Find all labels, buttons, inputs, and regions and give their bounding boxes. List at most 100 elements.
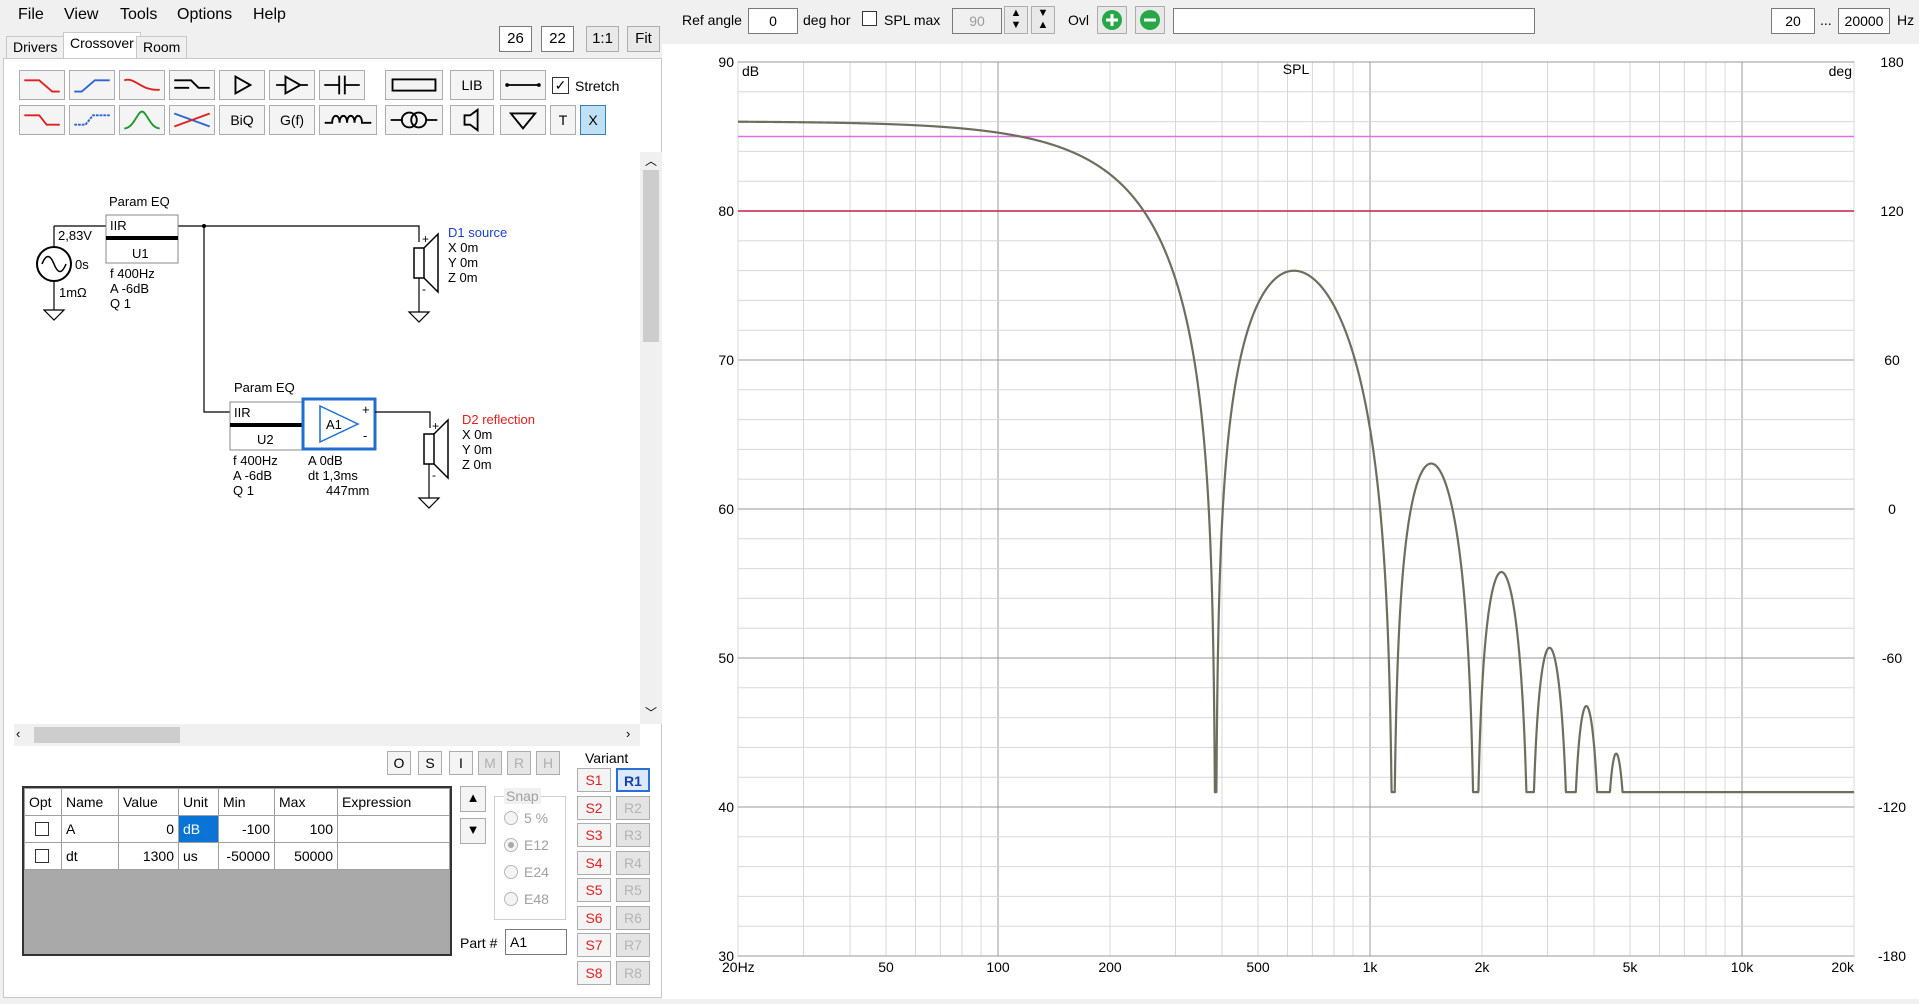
- table-row[interactable]: A 0 dB -100 100: [24, 815, 450, 843]
- menu-view[interactable]: View: [64, 6, 98, 24]
- param-max[interactable]: 100: [274, 815, 338, 843]
- delete-tool[interactable]: X: [580, 105, 606, 135]
- spl-spin-fit-icon[interactable]: ▼ ▲: [1031, 6, 1055, 34]
- variant-r6-button[interactable]: R6: [616, 906, 650, 930]
- crossover-pair-tool[interactable]: [169, 105, 215, 135]
- variant-s5-button[interactable]: S5: [577, 878, 611, 902]
- param-value[interactable]: 0: [118, 815, 179, 843]
- scroll-thumb[interactable]: [643, 170, 659, 342]
- spl-max-input[interactable]: 90: [952, 8, 1002, 34]
- tab-drivers[interactable]: Drivers: [6, 36, 65, 58]
- spl-chart[interactable]: 20Hz 50 100 200 500 1k 2k 5k 10k 20k 90 80 70 60 50 40 3…: [662, 44, 1919, 999]
- one-to-one-button[interactable]: 1:1: [586, 26, 619, 52]
- overlay-name-input[interactable]: [1173, 8, 1535, 34]
- param-min[interactable]: -50000: [218, 842, 275, 870]
- buffer-tool[interactable]: [269, 70, 315, 100]
- capacitor-tool[interactable]: [319, 70, 365, 100]
- inductor-tool[interactable]: [319, 105, 377, 135]
- ref-angle-input[interactable]: 0: [748, 8, 798, 34]
- lowpass-shelf-tool[interactable]: [119, 70, 165, 100]
- spl-spin-updown-icon[interactable]: ▲ ▼: [1004, 6, 1028, 34]
- allpass-tool[interactable]: [169, 70, 215, 100]
- view-box-1[interactable]: 26: [499, 26, 532, 52]
- transformer-tool[interactable]: [385, 105, 443, 135]
- scroll-up-arrow[interactable]: ︿: [645, 152, 657, 169]
- variant-s2-button[interactable]: S2: [577, 796, 611, 820]
- transfer-function-tool[interactable]: G(f): [269, 105, 315, 135]
- resistor-tool[interactable]: [385, 70, 443, 100]
- variant-r1-button[interactable]: R1: [616, 768, 650, 792]
- variant-r2-button[interactable]: R2: [616, 796, 650, 820]
- schematic-vertical-scrollbar[interactable]: ︿ ﹀: [640, 152, 662, 724]
- variant-r5-button[interactable]: R5: [616, 878, 650, 902]
- spl-max-checkbox[interactable]: [862, 11, 877, 26]
- param-value[interactable]: 1300: [118, 842, 179, 870]
- scroll-left-arrow[interactable]: ‹: [16, 726, 20, 741]
- variant-s3-button[interactable]: S3: [577, 823, 611, 847]
- hscroll-thumb[interactable]: [34, 727, 180, 743]
- variant-s8-button[interactable]: S8: [577, 961, 611, 985]
- biquad-tool[interactable]: BiQ: [219, 105, 265, 135]
- part-number-input[interactable]: A1: [505, 929, 567, 955]
- mode-m-button[interactable]: M: [478, 751, 502, 775]
- wire-tool[interactable]: [500, 70, 546, 100]
- bandpass-tool[interactable]: [119, 105, 165, 135]
- param-unit[interactable]: dB: [178, 815, 219, 843]
- schematic-horizontal-scrollbar[interactable]: ‹ ›: [14, 724, 640, 746]
- variant-s1-button[interactable]: S1: [577, 768, 611, 792]
- schematic-canvas[interactable]: 2,83V 0s 1mΩ Param EQ IIR U1 f 400Hz A -…: [14, 152, 640, 724]
- fit-button[interactable]: Fit: [627, 26, 660, 52]
- opt-checkbox-a[interactable]: [24, 815, 62, 843]
- driver-d2-speaker[interactable]: + -: [417, 418, 449, 509]
- snap-e48-radio[interactable]: E48: [504, 891, 549, 907]
- variant-r7-button[interactable]: R7: [616, 933, 650, 957]
- freq-max-input[interactable]: 20000: [1838, 8, 1890, 34]
- remove-overlay-button[interactable]: [1135, 6, 1165, 34]
- scroll-right-arrow[interactable]: ›: [626, 726, 630, 741]
- move-up-button[interactable]: ▲: [460, 786, 486, 812]
- add-overlay-button[interactable]: [1097, 6, 1127, 34]
- variant-s7-button[interactable]: S7: [577, 933, 611, 957]
- param-unit[interactable]: us: [178, 842, 219, 870]
- mode-o-button[interactable]: O: [387, 751, 411, 775]
- opt-checkbox-dt[interactable]: [24, 842, 62, 870]
- variant-r8-button[interactable]: R8: [616, 961, 650, 985]
- library-tool[interactable]: LIB: [450, 70, 494, 100]
- mode-i-button[interactable]: I: [449, 751, 473, 775]
- mode-s-button[interactable]: S: [418, 751, 442, 775]
- lowpass-1st-tool[interactable]: [19, 70, 65, 100]
- menu-tools[interactable]: Tools: [120, 6, 157, 24]
- speaker-tool[interactable]: [450, 105, 494, 135]
- tab-crossover[interactable]: Crossover: [63, 32, 141, 59]
- amplifier-tool[interactable]: [219, 70, 265, 100]
- tab-room[interactable]: Room: [136, 36, 188, 58]
- param-max[interactable]: 50000: [274, 842, 338, 870]
- param-expression[interactable]: [337, 815, 450, 843]
- ground-tool[interactable]: [500, 105, 546, 135]
- text-tool[interactable]: T: [550, 105, 576, 135]
- lowpass-2nd-tool[interactable]: [19, 105, 65, 135]
- menu-help[interactable]: Help: [253, 6, 286, 24]
- variant-s4-button[interactable]: S4: [577, 851, 611, 875]
- mode-r-button[interactable]: R: [507, 751, 531, 775]
- menu-file[interactable]: File: [18, 6, 44, 24]
- driver-d1-speaker[interactable]: + -: [407, 232, 439, 323]
- param-min[interactable]: -100: [218, 815, 275, 843]
- variant-r3-button[interactable]: R3: [616, 823, 650, 847]
- move-down-button[interactable]: ▼: [460, 818, 486, 844]
- snap-5pct-radio[interactable]: 5 %: [504, 810, 548, 826]
- menu-options[interactable]: Options: [177, 6, 232, 24]
- highpass-1st-tool[interactable]: [69, 70, 115, 100]
- highpass-2nd-tool[interactable]: [69, 105, 115, 135]
- freq-min-input[interactable]: 20: [1771, 8, 1815, 34]
- stretch-checkbox[interactable]: ✓: [552, 77, 569, 94]
- view-box-2[interactable]: 22: [541, 26, 574, 52]
- param-expression[interactable]: [337, 842, 450, 870]
- mode-h-button[interactable]: H: [536, 751, 560, 775]
- variant-r4-button[interactable]: R4: [616, 851, 650, 875]
- scroll-down-arrow[interactable]: ﹀: [645, 704, 657, 721]
- table-row[interactable]: dt 1300 us -50000 50000: [24, 842, 450, 870]
- snap-e12-radio[interactable]: E12: [504, 837, 549, 853]
- snap-e24-radio[interactable]: E24: [504, 864, 549, 880]
- variant-s6-button[interactable]: S6: [577, 906, 611, 930]
